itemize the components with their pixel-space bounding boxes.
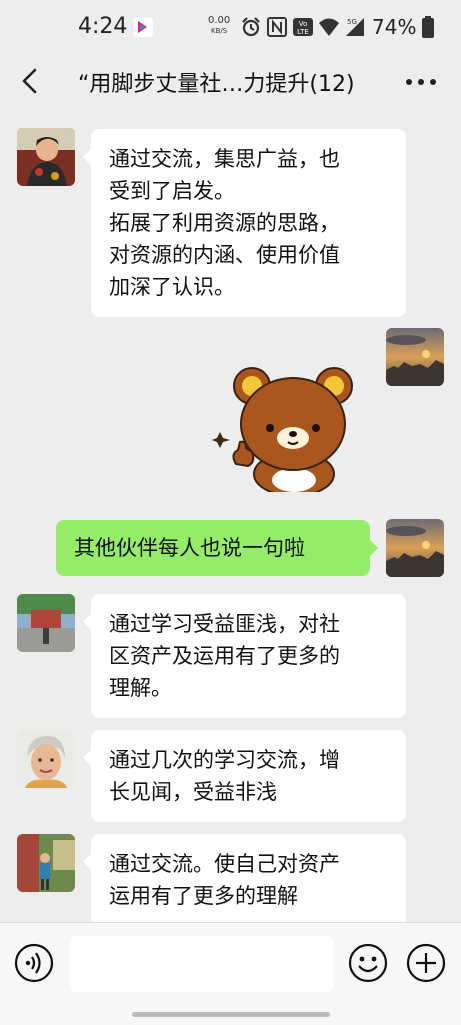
back-arrow-icon[interactable] [16, 66, 46, 96]
message-text-line: 理解。 [109, 676, 172, 700]
more-functions-icon[interactable] [406, 943, 446, 983]
nfc-icon [267, 17, 287, 37]
message-text-line: 加深了认识。 [109, 275, 235, 299]
message-text-line: 通过几次的学习交流，增 [109, 748, 340, 772]
message-bubble[interactable]: 通过交流，集思广益，也 受到了启发。 拓展了利用资源的思路， 对资源的内涵、使用… [83, 129, 406, 317]
message-text-line: 长见闻，受益非浅 [109, 780, 277, 804]
message-text-line: 对资源的内涵、使用价值 [109, 243, 340, 267]
rilakkuma-thumbs-up-sticker[interactable] [212, 362, 364, 492]
message-text-line: 通过交流。使自己对资产 [109, 852, 340, 876]
alarm-icon [242, 17, 260, 37]
message-input[interactable] [70, 936, 334, 992]
emoji-icon[interactable] [348, 943, 388, 983]
member-avatar-4[interactable] [17, 834, 75, 892]
message-text-line: 受到了启发。 [109, 179, 235, 203]
net-speed: 0.00 KB/S [208, 16, 230, 36]
app-notification-icon [133, 17, 153, 37]
message-bubble[interactable]: 通过几次的学习交流，增 长见闻，受益非浅 [83, 730, 406, 822]
volte-icon: Vo LTE [293, 18, 313, 36]
svg-text:Vo: Vo [299, 20, 308, 28]
message-text-line: 其他伙伴每人也说一句啦 [74, 536, 305, 560]
member-avatar-2[interactable] [17, 594, 75, 652]
svg-text:5G: 5G [347, 18, 357, 26]
net-speed-unit: KB/S [211, 27, 228, 35]
home-indicator[interactable] [132, 1012, 330, 1017]
status-bar: 4:24 0.00 KB/S Vo LTE 5G 74% [0, 0, 461, 58]
status-time: 4:24 [78, 14, 128, 39]
message-bubble[interactable]: 通过学习受益匪浅，对社 区资产及运用有了更多的 理解。 [83, 594, 406, 718]
message-text-line: 通过学习受益匪浅，对社 [109, 612, 340, 636]
message-text-line: 区资产及运用有了更多的 [109, 644, 340, 668]
wifi-icon [319, 18, 339, 36]
self-avatar[interactable] [386, 328, 444, 386]
message-text-line: 拓展了利用资源的思路， [109, 211, 340, 235]
member-avatar-1[interactable] [17, 128, 75, 186]
message-text-line: 运用有了更多的理解 [109, 884, 298, 908]
net-speed-value: 0.00 [208, 15, 231, 26]
voice-input-icon[interactable] [14, 943, 54, 983]
chat-header: “用脚步丈量社…力提升(12) [0, 58, 461, 104]
more-options-icon[interactable] [404, 72, 438, 92]
message-bubble[interactable]: 通过交流。使自己对资产 运用有了更多的理解 [83, 834, 406, 926]
sent-message-bubble[interactable]: 其他伙伴每人也说一句啦 [56, 520, 378, 576]
battery-icon [422, 16, 434, 38]
self-avatar[interactable] [386, 519, 444, 577]
message-text-line: 通过交流，集思广益，也 [109, 147, 340, 171]
svg-text:LTE: LTE [297, 28, 309, 36]
chat-title: “用脚步丈量社…力提升(12) [78, 72, 355, 97]
signal-5g-icon: 5G [346, 18, 364, 36]
battery-percent: 74% [372, 15, 417, 39]
input-bar [0, 922, 461, 1025]
member-avatar-3[interactable] [17, 730, 75, 788]
